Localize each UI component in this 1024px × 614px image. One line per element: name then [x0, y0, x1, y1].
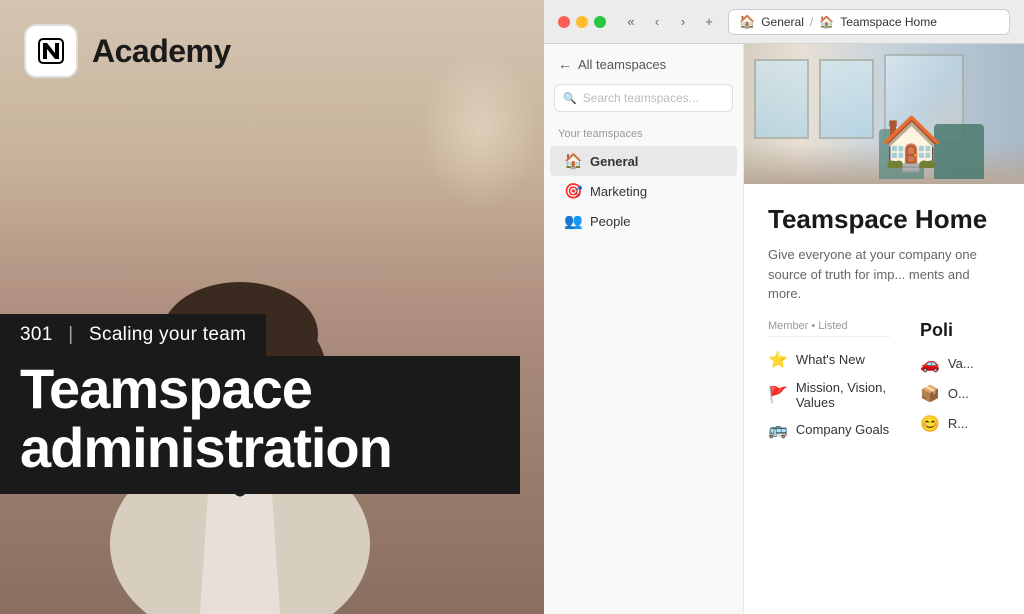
divider: | — [68, 324, 73, 345]
left-panel: Academy 301 | Scaling your team Teamspac… — [0, 0, 560, 614]
course-label: 301 | Scaling your team — [0, 314, 266, 356]
academy-label: Academy — [92, 33, 231, 70]
house-emoji: 🏠 — [879, 113, 944, 174]
right-link-2[interactable]: 📦 O... — [920, 379, 1000, 409]
company-goals-icon: 🚌 — [768, 420, 788, 440]
marketing-icon: 🎯 — [564, 182, 582, 200]
sidebar-item-general[interactable]: 🏠 General — [550, 146, 737, 176]
office-window-1 — [754, 59, 809, 139]
breadcrumb-page: Teamspace Home — [840, 15, 937, 29]
mission-label: Mission, Vision, Values — [796, 380, 890, 410]
logo-area: Academy — [24, 24, 231, 78]
app-layout: ← All teamspaces 🔍 Search teamspaces... … — [544, 44, 1024, 614]
back-btn[interactable]: ‹ — [646, 11, 668, 33]
notion-logo-icon — [24, 24, 78, 78]
traffic-red[interactable] — [558, 16, 570, 28]
course-number: 301 — [20, 324, 53, 345]
traffic-green[interactable] — [594, 16, 606, 28]
traffic-yellow[interactable] — [576, 16, 588, 28]
sidebar-back-button[interactable]: ← All teamspaces — [544, 44, 743, 80]
breadcrumb-home: General — [761, 15, 804, 29]
sidebar-section-label: Your teamspaces — [544, 124, 743, 146]
mission-icon: 🚩 — [768, 385, 788, 405]
link-company-goals[interactable]: 🚌 Company Goals — [768, 415, 890, 445]
content-row: Member • Listed ⭐ What's New 🚩 Mission, … — [768, 320, 1000, 445]
right-column: Poli 🚗 Va... 📦 O... 😊 R... — [920, 320, 1000, 445]
back-arrow-icon: ← — [558, 56, 572, 72]
link-mission[interactable]: 🚩 Mission, Vision, Values — [768, 375, 890, 415]
sidebar-general-label: General — [590, 154, 638, 169]
breadcrumb-page-icon: 🏠 — [819, 15, 834, 29]
breadcrumb-separator: / — [810, 15, 813, 29]
right-icon-1: 🚗 — [920, 354, 940, 374]
link-whats-new[interactable]: ⭐ What's New — [768, 345, 890, 375]
browser-chrome: « ‹ › + 🏠 General / 🏠 Teamspace Home — [544, 0, 1024, 44]
sidebar: ← All teamspaces 🔍 Search teamspaces... … — [544, 44, 744, 614]
whats-new-label: What's New — [796, 352, 865, 367]
right-label-2: O... — [948, 386, 969, 401]
address-bar[interactable]: 🏠 General / 🏠 Teamspace Home — [728, 9, 1010, 35]
main-content: 🏠 Teamspace Home Give everyone at your c… — [744, 44, 1024, 614]
course-series: Scaling your team — [89, 324, 246, 345]
forward-btn[interactable]: › — [672, 11, 694, 33]
sidebar-back-label: All teamspaces — [578, 57, 666, 72]
collapse-btn[interactable]: « — [620, 11, 642, 33]
right-link-1[interactable]: 🚗 Va... — [920, 349, 1000, 379]
right-panel: « ‹ › + 🏠 General / 🏠 Teamspace Home ← A… — [544, 0, 1024, 614]
main-title: Teamspace administration — [0, 356, 520, 494]
right-label-1: Va... — [948, 356, 974, 371]
general-icon: 🏠 — [564, 152, 582, 170]
page-content: Teamspace Home Give everyone at your com… — [744, 184, 1024, 570]
hero-image: 🏠 — [744, 44, 1024, 184]
poli-label: Poli — [920, 320, 1000, 341]
overlay-text-block: 301 | Scaling your team Teamspace admini… — [0, 314, 520, 494]
sidebar-item-people[interactable]: 👥 People — [550, 206, 737, 236]
search-placeholder: Search teamspaces... — [583, 91, 699, 105]
people-icon: 👥 — [564, 212, 582, 230]
right-link-3[interactable]: 😊 R... — [920, 409, 1000, 439]
sidebar-people-label: People — [590, 214, 630, 229]
page-subtitle: Give everyone at your company one source… — [768, 245, 1000, 304]
whats-new-icon: ⭐ — [768, 350, 788, 370]
add-btn[interactable]: + — [698, 11, 720, 33]
sidebar-item-marketing[interactable]: 🎯 Marketing — [550, 176, 737, 206]
search-icon: 🔍 — [563, 92, 577, 105]
sidebar-search[interactable]: 🔍 Search teamspaces... — [554, 84, 733, 112]
links-column: Member • Listed ⭐ What's New 🚩 Mission, … — [768, 320, 890, 445]
traffic-lights — [558, 16, 606, 28]
right-icon-2: 📦 — [920, 384, 940, 404]
right-label-3: R... — [948, 416, 968, 431]
page-title: Teamspace Home — [768, 204, 1000, 235]
breadcrumb-home-icon: 🏠 — [739, 14, 755, 30]
company-goals-label: Company Goals — [796, 422, 889, 437]
office-window-2 — [819, 59, 874, 139]
light-effect — [420, 50, 540, 210]
member-label: Member • Listed — [768, 320, 890, 337]
sidebar-marketing-label: Marketing — [590, 184, 647, 199]
browser-nav: « ‹ › + — [620, 11, 720, 33]
right-icon-3: 😊 — [920, 414, 940, 434]
